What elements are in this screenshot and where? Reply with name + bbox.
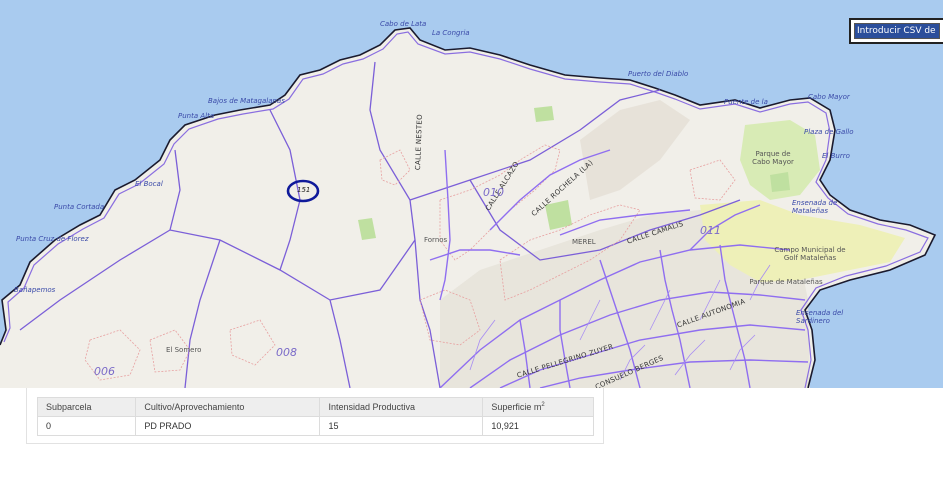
label-bajos-de-matagalanas: Bajos de Matagalanas (208, 97, 285, 105)
label-playa-de-gallo: Plaza de Gallo (804, 128, 854, 136)
label-parque-cabo-mayor: Parque de Cabo Mayor (752, 150, 794, 166)
zone-label-010: 010 (483, 186, 504, 199)
label-merel: MEREL (572, 238, 596, 246)
park-green-3 (534, 106, 554, 122)
table-header-row: Subparcela Cultivo/Aprovechamiento Inten… (36, 397, 594, 417)
label-el-somero: El Somero (166, 346, 202, 354)
cell-subparcela: 0 (36, 416, 137, 436)
col-header-superficie-label: Superficie m (491, 402, 542, 412)
label-fornos: Fornos (424, 236, 448, 244)
col-header-superficie: Superficie m2 (482, 397, 594, 417)
csv-input-container: Introducir CSV de IV (849, 18, 943, 44)
label-cabo-mayor: Cabo Mayor (808, 93, 850, 101)
label-campo-golf: Campo Municipal de Golf Mataleñas (774, 246, 846, 262)
cell-superficie: 10,921 (482, 416, 594, 436)
cell-intensidad: 15 (319, 416, 484, 436)
zone-label-011: 011 (700, 224, 721, 237)
cell-cultivo: PD PRADO (135, 416, 321, 436)
label-cabo-de-lata: Cabo de Lata (380, 20, 427, 28)
label-ensenada-de-matalenas: Ensenada de Mataleñas (792, 199, 838, 215)
parcel-info-table: Subparcela Cultivo/Aprovechamiento Inten… (36, 397, 594, 436)
park-green-4 (770, 172, 790, 192)
label-banapemos: Bañapemos (14, 286, 56, 294)
col-header-intensidad: Intensidad Productiva (319, 397, 484, 417)
label-puente-de-la: Puente de la (724, 98, 768, 106)
csv-input[interactable]: Introducir CSV de IV (854, 23, 940, 39)
zone-label-006: 006 (94, 365, 115, 378)
parcel-info-panel: Subparcela Cultivo/Aprovechamiento Inten… (26, 388, 604, 444)
table-row[interactable]: 0 PD PRADO 15 10,921 (36, 416, 594, 436)
zone-label-008: 008 (276, 346, 297, 359)
parcel-151-label: 151 (297, 186, 311, 194)
label-punta-alta: Punta Alta (178, 112, 215, 120)
col-header-cultivo: Cultivo/Aprovechamiento (135, 397, 321, 417)
label-la-congria: La Congria (432, 29, 470, 37)
area-unit-exponent: 2 (541, 402, 545, 408)
label-puerto-del-diablo: Puerto del Diablo (628, 70, 689, 78)
map-view[interactable]: Cabo de Lata La Congria Puerto del Diabl… (0, 0, 943, 388)
label-ensenada-del-sardinero: Ensenada del Sardinero (796, 309, 844, 325)
label-punta-cortada: Punta Cortada (54, 203, 105, 211)
label-punta-cruz-de-florez: Punta Cruz de Florez (16, 235, 89, 243)
label-el-bocal: El Bocal (135, 180, 163, 188)
col-header-subparcela: Subparcela (36, 397, 137, 417)
label-el-burro: El Burro (822, 152, 850, 160)
map-canvas[interactable] (0, 0, 943, 388)
label-parque-matalenas: Parque de Mataleñas (749, 278, 823, 286)
